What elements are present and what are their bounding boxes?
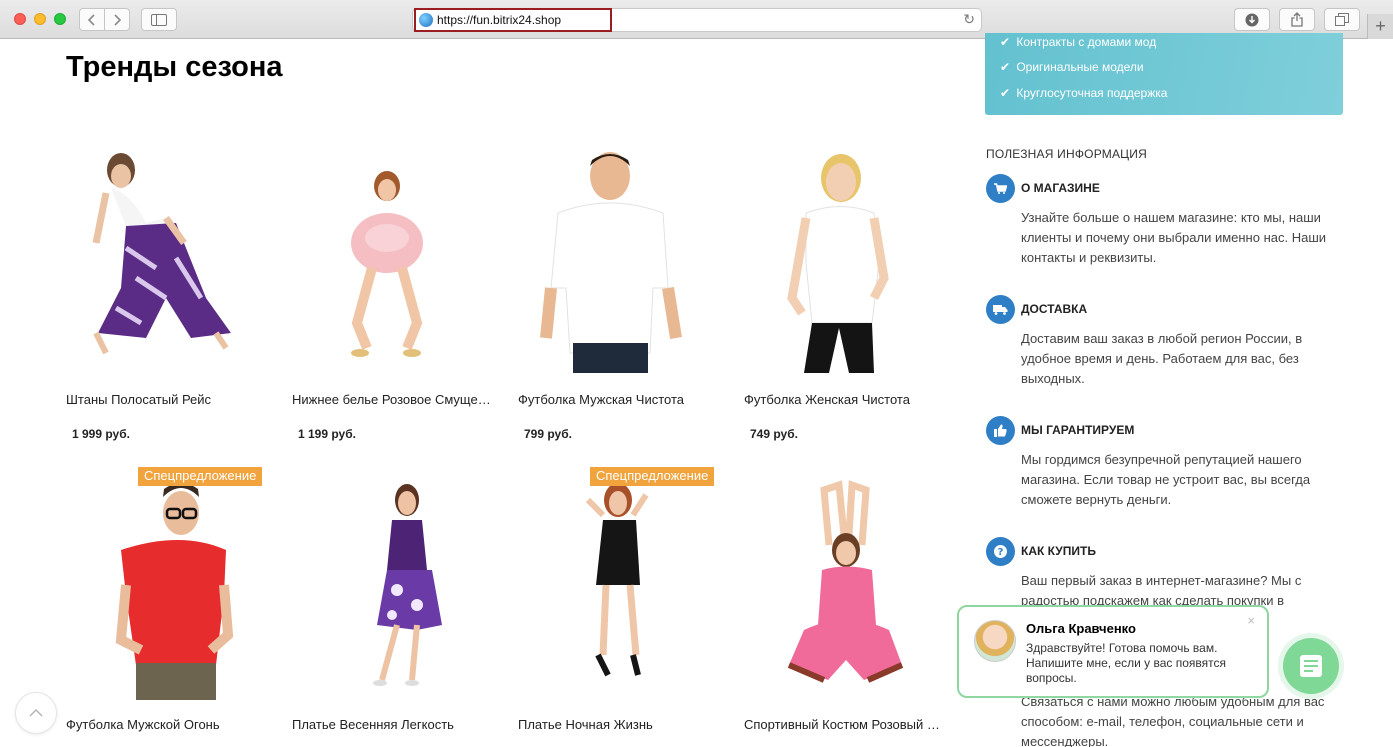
product-name[interactable]: Платье Весенняя Легкость (292, 717, 492, 732)
advantages-banner: ✔ Контракты с домами мод ✔ Оригинальные … (985, 33, 1343, 115)
scroll-to-top-button[interactable] (15, 692, 57, 734)
product-price: 749 руб. (750, 427, 798, 441)
question-icon: ? (986, 537, 1015, 566)
cart-icon (986, 174, 1015, 203)
product-image[interactable] (66, 475, 276, 700)
back-button[interactable] (79, 8, 105, 31)
thumbs-up-icon (986, 416, 1015, 445)
product-name[interactable]: Нижнее белье Розовое Смущение (292, 392, 492, 407)
product-name[interactable]: Футболка Женская Чистота (744, 392, 944, 407)
svg-text:?: ? (998, 547, 1004, 558)
chat-launcher-button[interactable] (1278, 633, 1344, 699)
special-offer-badge: Спецпредложение (590, 467, 715, 486)
plus-icon: + (1375, 16, 1386, 36)
forward-icon (114, 13, 121, 26)
info-block-title[interactable]: КАК КУПИТЬ (1021, 544, 1096, 558)
truck-icon (986, 295, 1015, 324)
check-icon: ✔ (1000, 86, 1011, 100)
sidebar-icon (151, 13, 167, 26)
special-offer-badge: Спецпредложение (138, 467, 263, 486)
product-price: 1 999 руб. (72, 427, 130, 441)
useful-info-heading: ПОЛЕЗНАЯ ИНФОРМАЦИЯ (986, 147, 1147, 161)
downloads-button[interactable] (1234, 8, 1270, 31)
advantage-item: ✔ Оригинальные модели (1000, 60, 1144, 74)
chat-greeting-message: Здравствуйте! Готова помочь вам. Напишит… (1026, 641, 1227, 685)
chat-icon (1283, 638, 1339, 694)
info-block-title[interactable]: О МАГАЗИНЕ (1021, 181, 1100, 195)
product-image[interactable] (292, 475, 502, 700)
product-image[interactable] (292, 148, 502, 373)
minimize-window-button[interactable] (34, 13, 46, 25)
share-button[interactable] (1279, 8, 1315, 31)
new-tab-button[interactable]: + (1367, 14, 1393, 39)
advantage-item: ✔ Контракты с домами мод (1000, 35, 1156, 49)
forward-button[interactable] (104, 8, 130, 31)
url-text[interactable]: https://fun.bitrix24.shop (437, 13, 561, 27)
back-icon (88, 13, 95, 26)
sidebar-toggle-button[interactable] (141, 8, 177, 31)
reload-icon[interactable]: ↻ (963, 11, 975, 28)
product-image[interactable] (518, 148, 728, 373)
product-price: 1 199 руб. (298, 427, 356, 441)
close-window-button[interactable] (14, 13, 26, 25)
info-block-title[interactable]: МЫ ГАРАНТИРУЕМ (1021, 423, 1134, 437)
advantage-label: Круглосуточная поддержка (1016, 86, 1168, 100)
advantage-label: Контракты с домами мод (1016, 35, 1157, 49)
advantage-item: ✔ Круглосуточная поддержка (1000, 86, 1167, 100)
check-icon: ✔ (1000, 35, 1011, 49)
address-bar[interactable]: https://fun.bitrix24.shop ↻ (412, 8, 982, 32)
chat-operator-name: Ольга Кравченко (1026, 621, 1136, 636)
product-price: 799 руб. (524, 427, 572, 441)
advantage-label: Оригинальные модели (1016, 60, 1144, 74)
chevron-up-icon (29, 709, 43, 717)
avatar (974, 620, 1016, 662)
info-block-text: Узнайте больше о нашем магазине: кто мы,… (1021, 210, 1327, 265)
share-icon (1291, 12, 1303, 27)
info-block-text: Связаться с нами можно любым удобным для… (1021, 694, 1325, 747)
page-title: Тренды сезона (66, 51, 283, 83)
product-name[interactable]: Спортивный Костюм Розовый Закат (744, 717, 944, 732)
zoom-window-button[interactable] (54, 13, 66, 25)
chat-greeting-popup[interactable]: Ольга Кравченко Здравствуйте! Готова пом… (957, 605, 1269, 698)
product-image[interactable] (518, 475, 728, 700)
product-image[interactable] (744, 475, 954, 700)
product-name[interactable]: Футболка Мужской Огонь (66, 717, 266, 732)
download-icon (1245, 13, 1259, 26)
check-icon: ✔ (1000, 60, 1011, 74)
product-image[interactable] (744, 148, 954, 373)
tabs-icon (1335, 13, 1349, 26)
globe-icon (419, 13, 433, 27)
product-name[interactable]: Футболка Мужская Чистота (518, 392, 718, 407)
close-icon[interactable]: × (1247, 613, 1255, 628)
product-name[interactable]: Платье Ночная Жизнь (518, 717, 718, 732)
info-block-text: Доставим ваш заказ в любой регион России… (1021, 331, 1303, 386)
info-block-title[interactable]: ДОСТАВКА (1021, 302, 1087, 316)
info-block-text: Мы гордимся безупречной репутацией нашег… (1021, 452, 1311, 507)
product-image[interactable] (66, 148, 276, 373)
product-name[interactable]: Штаны Полосатый Рейс (66, 392, 266, 407)
tabs-overview-button[interactable] (1324, 8, 1360, 31)
